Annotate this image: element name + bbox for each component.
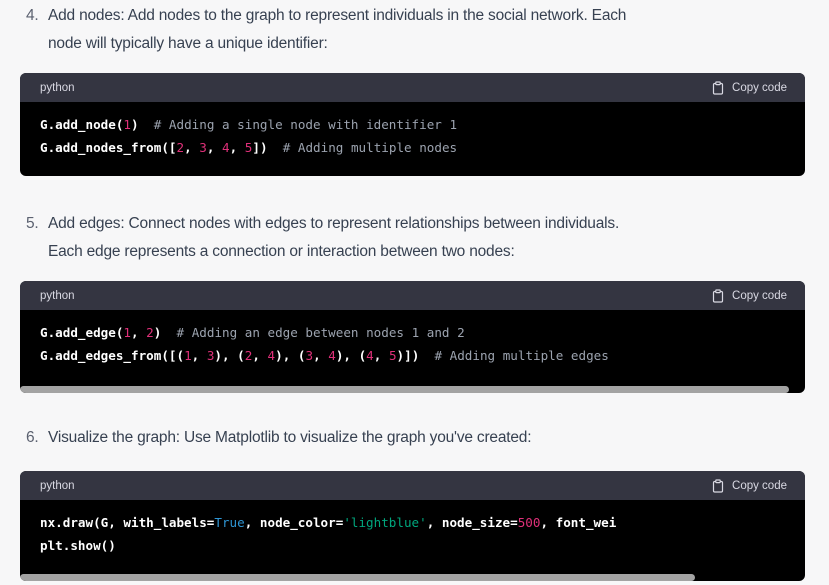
code-token: G.add_edge( [40,325,124,340]
number-literal: 500 [517,515,541,530]
code-language-label: python [40,81,75,94]
code-block-3: python Copy code nx.draw(G, with_labels=… [20,471,805,581]
code-line: G.add_edges_from([(1, 3), (2, 4), (3, 4)… [40,345,785,368]
copy-code-button[interactable]: Copy code [711,478,787,493]
code-content[interactable]: nx.draw(G, with_labels=True, node_color=… [20,500,805,557]
code-block-header: python Copy code [20,281,805,310]
code-comment: # Adding multiple nodes [282,139,458,155]
code-token: , [373,347,389,363]
step-number: 6. [26,429,39,446]
clipboard-icon [712,288,724,303]
string-literal: 'lightblue' [343,515,427,530]
keyword: True [214,515,245,530]
code-token: plt.show() [40,537,116,553]
step-5-paragraph: 5. Add edges: Connect nodes with edges to… [26,210,816,266]
code-token: G.add_edges_from([( [40,347,185,363]
clipboard-icon [712,478,724,493]
code-token: ), ( [335,347,367,363]
number-literal: 3 [305,347,314,363]
step-4-paragraph: 4. Add nodes: Add nodes to the graph to r… [26,2,816,58]
code-line: G.add_edge(1, 2) # Adding an edge betwee… [40,322,785,345]
number-literal: 1 [123,325,131,340]
code-token: , node_size= [426,515,518,530]
number-literal: 1 [123,117,131,132]
code-token: )]) [396,347,420,363]
code-token: G.add_node( [40,117,124,132]
step-6-paragraph: 6. Visualize the graph: Use Matplotlib to… [26,424,816,452]
number-literal: 2 [146,325,154,340]
code-line: G.add_node(1) # Adding a single node wit… [40,114,785,137]
code-language-label: python [40,289,75,302]
code-line: G.add_nodes_from([2, 3, 4, 5]) # Adding … [40,137,785,160]
number-literal: 3 [199,139,207,155]
code-content[interactable]: G.add_edge(1, 2) # Adding an edge betwee… [20,310,805,367]
step-number: 5. [26,215,39,232]
step-text: Visualize the graph: Use Matplotlib to v… [48,429,532,446]
number-literal: 5 [388,347,397,363]
number-literal: 4 [366,347,374,363]
copy-code-label: Copy code [732,289,787,302]
code-token: , [206,139,223,155]
code-language-label: python [40,479,75,492]
code-comment: # Adding an edge between nodes 1 and 2 [176,325,465,340]
code-line: nx.draw(G, with_labels=True, node_color=… [40,512,785,535]
code-token: ), ( [275,347,306,363]
code-line: plt.show() [40,535,785,558]
code-block-1: python Copy code G.add_node(1) # Adding … [20,73,805,176]
number-literal: 1 [184,347,192,363]
horizontal-scrollbar[interactable] [20,386,790,393]
code-block-2: python Copy code G.add_edge(1, 2) # Addi… [20,281,805,393]
copy-code-label: Copy code [732,479,787,492]
step-text: Add nodes: Add nodes to the graph to rep… [48,7,627,24]
step-text-continued: node will typically have a unique identi… [48,35,328,52]
code-block-header: python Copy code [20,73,805,102]
step-number: 4. [26,7,39,24]
number-literal: 4 [222,139,230,155]
code-token: G.add_nodes_from([ [40,139,177,155]
code-token: ) [131,117,139,132]
code-comment: # Adding a single node with identifier 1 [153,117,458,132]
number-literal: 2 [176,139,185,155]
code-token: , [191,347,207,363]
code-comment: # Adding multiple edges [434,347,609,363]
copy-code-button[interactable]: Copy code [711,288,787,303]
clipboard-icon [712,80,724,95]
code-content[interactable]: G.add_node(1) # Adding a single node wit… [20,102,805,159]
code-token: ]) [252,139,268,155]
code-token: , [229,139,245,155]
code-block-header: python Copy code [20,471,805,500]
copy-code-label: Copy code [732,81,787,94]
number-literal: 4 [328,347,336,363]
code-token: , [313,347,329,363]
copy-code-button[interactable]: Copy code [711,80,787,95]
number-literal: 4 [267,347,276,363]
code-token: , node_color= [244,515,344,530]
code-token: , [131,325,147,340]
step-text-continued: Each edge represents a connection or int… [48,243,515,260]
step-text: Add edges: Connect nodes with edges to r… [48,215,620,232]
code-token: ), ( [214,347,245,363]
code-token: , [184,139,200,155]
horizontal-scrollbar[interactable] [20,574,696,581]
code-token: , [252,347,268,363]
code-token: , font_wei [540,515,617,530]
code-token: nx.draw(G, with_labels= [40,515,215,530]
